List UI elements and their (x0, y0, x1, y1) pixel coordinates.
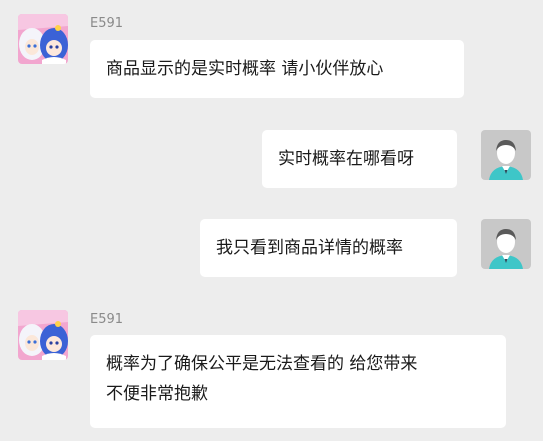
message-bubble[interactable]: 实时概率在哪看呀 (262, 130, 457, 188)
message-text-line: 概率为了确保公平是无法查看的 给您带来 (106, 354, 418, 374)
message-bubble[interactable]: 商品显示的是实时概率 请小伙伴放心 (90, 40, 464, 98)
message-bubble[interactable]: 概率为了确保公平是无法查看的 给您带来 不便非常抱歉 (90, 335, 506, 428)
anime-girl-avatar-icon[interactable] (18, 310, 68, 360)
message-text: 我只看到商品详情的概率 (216, 238, 403, 258)
sender-name: E591 (90, 16, 124, 31)
message-bubble[interactable]: 我只看到商品详情的概率 (200, 219, 457, 277)
user-avatar-icon[interactable] (481, 219, 531, 269)
message-text: 实时概率在哪看呀 (278, 149, 414, 169)
anime-girl-avatar-icon[interactable] (18, 14, 68, 64)
message-text: 商品显示的是实时概率 请小伙伴放心 (106, 59, 384, 79)
sender-name: E591 (90, 312, 124, 327)
user-avatar-icon[interactable] (481, 130, 531, 180)
message-text-line: 不便非常抱歉 (106, 384, 208, 404)
